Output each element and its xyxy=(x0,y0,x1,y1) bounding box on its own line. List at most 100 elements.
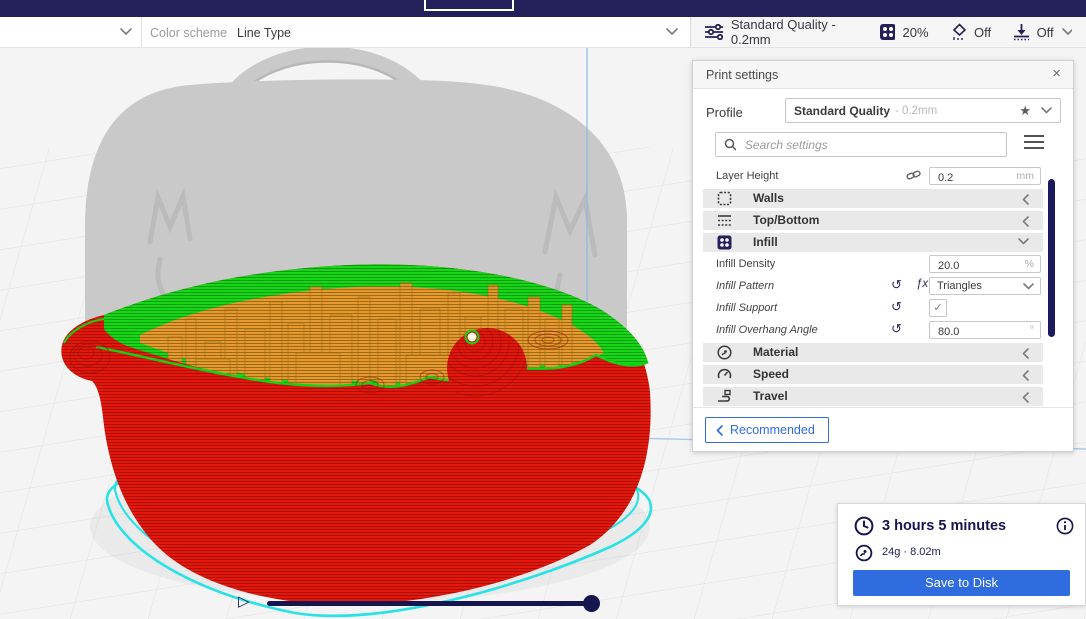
unit-label: ° xyxy=(1029,324,1034,336)
panel-header: Print settings × xyxy=(693,61,1073,89)
chevron-down-icon xyxy=(1061,28,1072,35)
play-icon[interactable]: ▷ xyxy=(238,592,250,610)
adhesion-icon xyxy=(1014,24,1029,41)
output-action-panel: 3 hours 5 minutes 24g · 8.02m Save to Di… xyxy=(837,503,1086,606)
header-stage-button-cut[interactable] xyxy=(424,0,514,11)
clock-icon xyxy=(854,516,874,536)
infill-density-value[interactable] xyxy=(936,257,1010,275)
settings-scrollbar[interactable] xyxy=(1048,179,1055,337)
category-speed[interactable]: Speed xyxy=(703,365,1043,384)
chevron-left-icon xyxy=(1022,216,1029,227)
color-scheme-label: Color scheme xyxy=(150,26,228,40)
category-walls[interactable]: Walls xyxy=(703,189,1043,208)
summary-adhesion: Off xyxy=(1036,24,1054,40)
chevron-left-icon xyxy=(716,424,723,436)
layer-height-value[interactable] xyxy=(936,169,1010,187)
panel-footer: Recommended xyxy=(693,407,1073,453)
close-icon[interactable]: × xyxy=(1052,65,1061,82)
chevron-left-icon xyxy=(1022,370,1029,381)
category-label: Travel xyxy=(753,389,788,403)
summary-infill: 20% xyxy=(902,24,929,40)
summary-support: Off xyxy=(974,24,992,40)
search-input[interactable] xyxy=(742,136,998,153)
link-icon xyxy=(906,170,921,180)
setting-label: Infill Density xyxy=(716,258,776,270)
support-icon xyxy=(952,23,966,40)
category-label: Infill xyxy=(753,235,778,249)
category-label: Material xyxy=(753,345,799,359)
top-bottom-icon xyxy=(718,215,731,226)
infill-icon xyxy=(880,24,895,40)
profile-name: Standard Quality xyxy=(794,103,891,118)
toolbar-separator xyxy=(141,17,142,47)
infill-pattern-value: Triangles xyxy=(937,280,982,292)
search-icon xyxy=(724,138,736,151)
chevron-down-icon xyxy=(1023,283,1034,290)
travel-icon xyxy=(718,389,731,402)
category-label: Walls xyxy=(753,191,784,205)
settings-list: Layer Height mm Walls xyxy=(693,167,1073,407)
unit-label: mm xyxy=(1016,170,1035,182)
sliders-icon xyxy=(705,24,723,40)
infill-support-checkbox[interactable]: ✓ xyxy=(929,299,947,317)
category-top-bottom[interactable]: Top/Bottom xyxy=(703,211,1043,230)
chevron-down-icon xyxy=(120,28,132,35)
category-travel[interactable]: Travel xyxy=(703,387,1043,406)
layer-slider-track[interactable] xyxy=(267,601,591,606)
object-list-dropdown[interactable] xyxy=(0,17,141,47)
reset-icon[interactable]: ↺ xyxy=(891,277,902,293)
print-time-estimate: 3 hours 5 minutes xyxy=(882,518,1007,534)
setting-label: Infill Pattern xyxy=(716,280,775,292)
save-to-disk-button[interactable]: Save to Disk xyxy=(853,570,1070,596)
unit-label: % xyxy=(1024,258,1034,270)
search-settings-box[interactable] xyxy=(715,132,1007,157)
infill-icon xyxy=(717,235,732,250)
category-infill[interactable]: Infill xyxy=(703,233,1043,252)
print-settings-panel: Print settings × Profile Standard Qualit… xyxy=(692,60,1074,452)
color-scheme-dropdown[interactable]: Line Type xyxy=(237,26,291,40)
infill-pattern-select[interactable]: Triangles xyxy=(929,277,1041,295)
category-material[interactable]: Material xyxy=(703,343,1043,362)
setting-row-layer-height: Layer Height mm xyxy=(693,167,1073,187)
speed-icon xyxy=(717,368,732,379)
setting-row-infill-density: Infill Density % xyxy=(693,255,1073,275)
chevron-down-icon[interactable] xyxy=(666,28,678,36)
recommended-mode-button[interactable]: Recommended xyxy=(705,417,829,443)
chevron-down-icon xyxy=(1018,238,1029,245)
chevron-left-icon xyxy=(1022,348,1029,359)
info-icon[interactable] xyxy=(1056,517,1074,535)
profile-dropdown[interactable]: Standard Quality - 0.2mm ★ xyxy=(785,98,1061,123)
summary-profile: Standard Quality - 0.2mm xyxy=(730,17,836,47)
reset-icon[interactable]: ↺ xyxy=(891,299,902,315)
app-header-bar xyxy=(0,0,1086,17)
panel-title: Print settings xyxy=(706,68,779,82)
recommended-label: Recommended xyxy=(730,423,815,437)
infill-overhang-value[interactable] xyxy=(936,323,1010,341)
setting-row-infill-support: Infill Support ↺ ✓ xyxy=(693,299,1073,318)
setting-label: Infill Support xyxy=(716,302,778,314)
infill-overhang-input[interactable]: ° xyxy=(929,321,1041,341)
category-label: Top/Bottom xyxy=(753,213,820,227)
material-usage-estimate: 24g · 8.02m xyxy=(882,546,941,558)
material-icon xyxy=(717,345,732,360)
category-label: Speed xyxy=(753,367,790,381)
reset-icon[interactable]: ↺ xyxy=(891,321,902,337)
profile-label: Profile xyxy=(706,105,743,120)
layer-height-input[interactable]: mm xyxy=(929,167,1041,187)
setting-label: Layer Height xyxy=(716,170,779,182)
setting-row-infill-pattern: Infill Pattern ↺ ƒx Triangles xyxy=(693,277,1073,296)
infill-density-input[interactable]: % xyxy=(929,255,1041,275)
menu-icon[interactable] xyxy=(1023,134,1045,150)
material-spool-icon xyxy=(855,544,873,562)
chevron-down-icon xyxy=(1041,107,1052,114)
function-icon[interactable]: ƒx xyxy=(916,278,928,290)
print-settings-summary-button[interactable]: Standard Quality - 0.2mm 20% Off Off xyxy=(690,17,1086,47)
layer-slider-handle[interactable] xyxy=(583,595,600,612)
setting-label: Infill Overhang Angle xyxy=(716,324,818,336)
star-icon[interactable]: ★ xyxy=(1019,103,1031,119)
chevron-left-icon xyxy=(1022,194,1029,205)
setting-row-infill-overhang-angle: Infill Overhang Angle ↺ ° xyxy=(693,321,1073,341)
chevron-left-icon xyxy=(1022,392,1029,403)
profile-suffix: - 0.2mm xyxy=(895,104,938,117)
walls-icon xyxy=(717,191,732,206)
